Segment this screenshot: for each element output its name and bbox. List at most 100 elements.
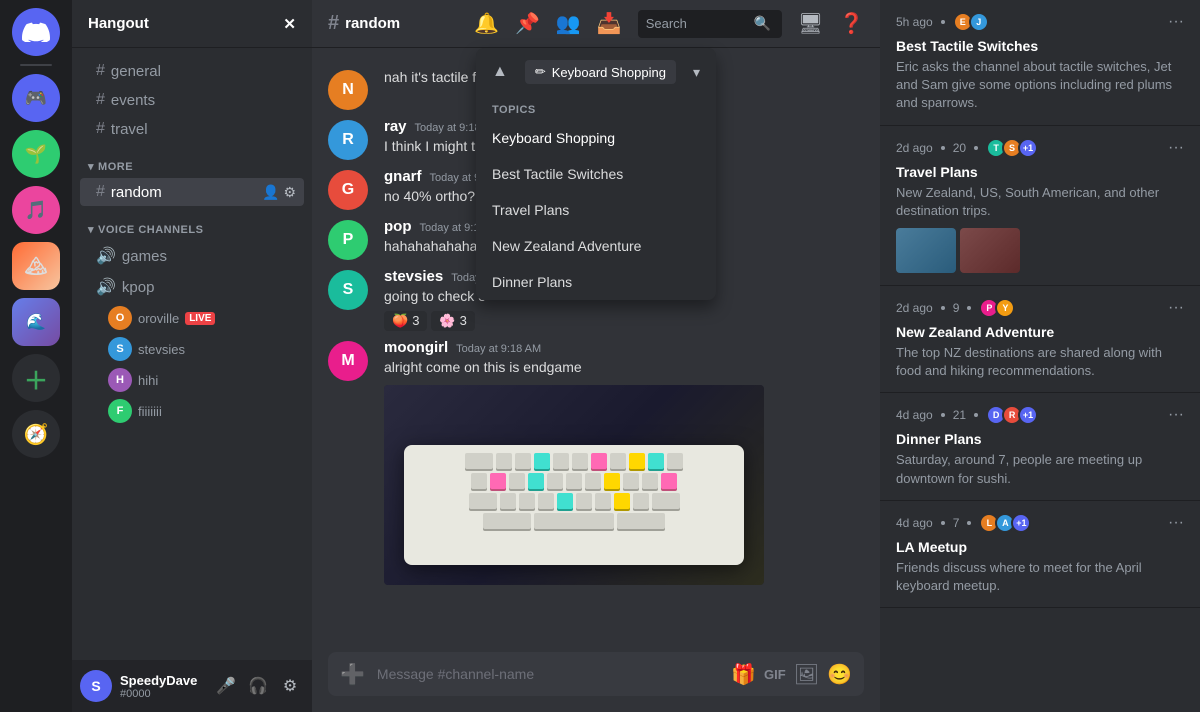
- channel-item-events[interactable]: # events: [80, 86, 304, 114]
- headphones-button[interactable]: 🎧: [244, 672, 272, 700]
- thread-title: Dinner Plans: [896, 431, 1184, 447]
- key: [595, 493, 611, 509]
- search-bar[interactable]: 🔍: [638, 10, 782, 38]
- thread-item[interactable]: 2d ago 9 P Y ··· New Zealand Adventure T…: [880, 286, 1200, 393]
- inbox-icon[interactable]: 🖥: [798, 11, 823, 36]
- reaction-blossom[interactable]: 🌸 3: [431, 311, 474, 331]
- server-icon-4[interactable]: 🏔: [12, 242, 60, 290]
- key-row-2: [412, 473, 736, 489]
- add-member-icon[interactable]: 👤: [262, 184, 279, 201]
- thumb-img: [896, 228, 956, 273]
- microphone-button[interactable]: 🎤: [212, 672, 240, 700]
- key: [591, 453, 607, 469]
- add-server-button[interactable]: ＋: [12, 354, 60, 402]
- voice-channels-header[interactable]: ▾ VOICE CHANNELS: [72, 207, 312, 240]
- gift-icon[interactable]: 🎁: [731, 662, 756, 687]
- channel-item-general[interactable]: # general: [80, 57, 304, 85]
- thread-avatar-plus: +1: [1018, 405, 1038, 425]
- thread-avatar-plus: +1: [1018, 138, 1038, 158]
- thread-more-button[interactable]: ···: [1168, 139, 1184, 157]
- server-divider: [20, 64, 52, 66]
- channel-list: # general # events # travel ▾ MORE # ran…: [72, 48, 312, 660]
- key: [509, 473, 525, 489]
- key: [528, 473, 544, 489]
- thread-item[interactable]: 5h ago E J ··· Best Tactile Switches Eri…: [880, 0, 1200, 126]
- avatar: P: [328, 220, 368, 260]
- key: [547, 473, 563, 489]
- thread-title: LA Meetup: [896, 539, 1184, 555]
- discord-home-button[interactable]: [12, 8, 60, 56]
- voice-user-fiiiiiii[interactable]: F fiiiiiii: [80, 396, 304, 426]
- server-icon-2[interactable]: 🌱: [12, 130, 60, 178]
- voice-user-oroville[interactable]: O oroville LIVE: [80, 303, 304, 333]
- topic-item-keyboard-shopping[interactable]: Keyboard Shopping: [476, 120, 716, 156]
- server-sidebar: 🎮 🌱 🎵 🏔 🌊 ＋ 🧭: [0, 0, 72, 712]
- search-input[interactable]: [646, 16, 746, 31]
- settings-button[interactable]: ⚙: [276, 672, 304, 700]
- server-icon-1[interactable]: 🎮: [12, 74, 60, 122]
- key: [534, 453, 550, 469]
- notifications-button[interactable]: 🔔: [474, 11, 499, 36]
- server-icon-5[interactable]: 🌊: [12, 298, 60, 346]
- sticker-icon[interactable]: 🖼: [794, 662, 819, 687]
- pin-button[interactable]: 📌: [515, 11, 540, 36]
- topic-item-dinner-plans[interactable]: Dinner Plans: [476, 264, 716, 300]
- hash-icon: #: [96, 91, 105, 109]
- members-button[interactable]: 👥: [556, 11, 581, 36]
- thread-more-button[interactable]: ···: [1168, 299, 1184, 317]
- key: [576, 493, 592, 509]
- topic-item-nz-adventure[interactable]: New Zealand Adventure: [476, 228, 716, 264]
- voice-user-hihi[interactable]: H hihi: [80, 365, 304, 395]
- channel-item-games[interactable]: 🔊 games: [80, 241, 304, 271]
- voice-user-stevsies[interactable]: S stevsies: [80, 334, 304, 364]
- topic-item-best-tactile[interactable]: Best Tactile Switches: [476, 156, 716, 192]
- message-input[interactable]: [377, 666, 719, 682]
- chat-header: # random 🔔 📌 👥 📥 🔍 🖥 ❓: [312, 0, 880, 48]
- emoji-icon[interactable]: 😊: [827, 662, 852, 687]
- explore-servers-button[interactable]: 🧭: [12, 410, 60, 458]
- key: [652, 493, 680, 509]
- hash-icon: #: [96, 62, 105, 80]
- help-button[interactable]: ❓: [839, 11, 864, 36]
- topic-expand-icon[interactable]: ▾: [693, 64, 700, 81]
- topic-chevron-up[interactable]: ▲: [492, 63, 508, 81]
- channel-item-travel[interactable]: # travel: [80, 115, 304, 143]
- thread-more-button[interactable]: ···: [1168, 13, 1184, 31]
- server-icon-3[interactable]: 🎵: [12, 186, 60, 234]
- thread-item[interactable]: 4d ago 21 D R +1 ··· Dinner Plans Saturd…: [880, 393, 1200, 500]
- topic-item-travel-plans[interactable]: Travel Plans: [476, 192, 716, 228]
- avatar: M: [328, 341, 368, 381]
- thread-ago: 2d ago: [896, 301, 933, 315]
- add-message-icon[interactable]: ➕: [340, 662, 365, 687]
- user-footer: S SpeedyDave #0000 🎤 🎧 ⚙: [72, 660, 312, 712]
- server-header[interactable]: Hangout ✕: [72, 0, 312, 48]
- settings-icon[interactable]: ⚙: [283, 184, 296, 201]
- username: ray: [384, 118, 407, 135]
- dot-separator: [941, 413, 945, 417]
- topic-name-display[interactable]: ✏ Keyboard Shopping: [525, 60, 676, 84]
- right-panel: 5h ago E J ··· Best Tactile Switches Eri…: [880, 0, 1200, 712]
- more-section-header[interactable]: ▾ MORE: [72, 144, 312, 177]
- key: [610, 453, 626, 469]
- gif-icon[interactable]: GIF: [764, 667, 786, 682]
- topic-dropdown: ▲ ✏ Keyboard Shopping ▾ TOPICS Keyboard …: [476, 48, 716, 300]
- timestamp: Today at 9:18 AM: [456, 343, 541, 355]
- username: moongirl: [384, 339, 448, 356]
- current-topic-name: Keyboard Shopping: [552, 65, 666, 80]
- dot-separator: [974, 413, 978, 417]
- chat-input: ➕ 🎁 GIF 🖼 😊: [328, 652, 864, 696]
- channel-item-random[interactable]: # random 👤 ⚙: [80, 178, 304, 206]
- key: [614, 493, 630, 509]
- channel-name-random: random: [111, 184, 162, 201]
- thread-item[interactable]: 2d ago 20 T S +1 ··· Travel Plans New Ze…: [880, 126, 1200, 286]
- channel-item-kpop[interactable]: 🔊 kpop: [80, 272, 304, 302]
- key: [604, 473, 620, 489]
- main-chat-area: # random 🔔 📌 👥 📥 🔍 🖥 ❓ ▲ ✏ Keyboard Shop…: [312, 0, 880, 712]
- reaction-peach[interactable]: 🍑 3: [384, 311, 427, 331]
- inbox-button[interactable]: 📥: [597, 11, 622, 36]
- thread-preview: Saturday, around 7, people are meeting u…: [896, 451, 1184, 487]
- thread-item[interactable]: 4d ago 7 L A +1 ··· LA Meetup Friends di…: [880, 501, 1200, 608]
- thread-more-button[interactable]: ···: [1168, 514, 1184, 532]
- reaction-count: 3: [460, 313, 467, 328]
- thread-more-button[interactable]: ···: [1168, 406, 1184, 424]
